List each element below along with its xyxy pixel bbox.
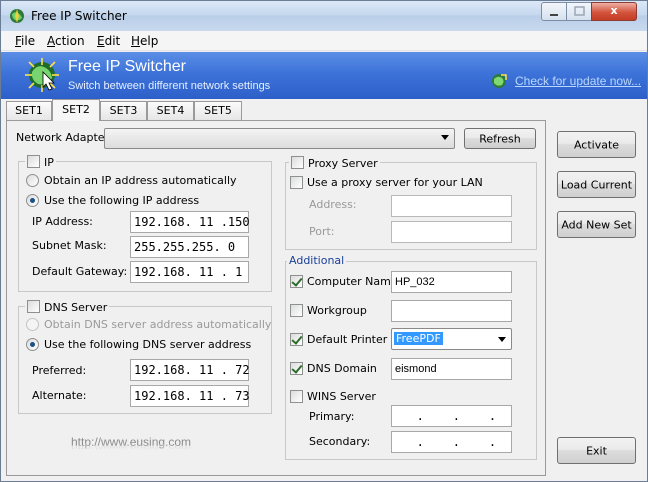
proxy-group-checkbox[interactable] xyxy=(291,156,304,169)
ip-auto-radio[interactable] xyxy=(26,174,39,187)
close-button[interactable]: x xyxy=(591,2,637,21)
maximize-button[interactable] xyxy=(566,2,592,21)
wins-server-label: WINS Server xyxy=(307,390,376,403)
computer-name-label: Computer Name xyxy=(307,275,398,288)
workgroup-label: Workgroup xyxy=(307,304,367,317)
default-printer-checkbox[interactable] xyxy=(290,333,303,346)
tab-set3[interactable]: SET3 xyxy=(100,101,147,120)
tab-set2[interactable]: SET2 xyxy=(52,99,100,121)
dns-domain-checkbox[interactable] xyxy=(290,362,303,375)
dns-group-checkbox[interactable] xyxy=(27,300,40,313)
computer-name-field[interactable]: HP_032 xyxy=(391,271,512,293)
activate-button[interactable]: Activate xyxy=(557,131,636,158)
proxy-port-label: Port: xyxy=(309,225,335,238)
banner-subtitle: Switch between different network setting… xyxy=(68,80,271,92)
use-proxy-checkbox[interactable] xyxy=(290,176,303,189)
proxy-address-field[interactable] xyxy=(391,195,512,217)
dns-auto-radio[interactable] xyxy=(26,318,39,331)
menu-help[interactable]: Help xyxy=(131,34,158,48)
use-proxy-label: Use a proxy server for your LAN xyxy=(307,176,483,189)
network-adapter-label: Network Adapter: xyxy=(16,131,113,144)
tab-set5[interactable]: SET5 xyxy=(194,101,242,120)
chevron-down-icon xyxy=(498,337,506,342)
dns-alternate-label: Alternate: xyxy=(32,389,87,402)
refresh-button[interactable]: Refresh xyxy=(464,128,536,149)
ip-auto-label: Obtain an IP address automatically xyxy=(44,174,237,187)
header-banner: Free IP Switcher Switch between differen… xyxy=(1,52,647,99)
network-adapter-select[interactable] xyxy=(104,128,455,149)
ip-manual-radio[interactable] xyxy=(26,194,39,207)
maximize-icon xyxy=(574,6,585,16)
proxy-group-title: Proxy Server xyxy=(289,156,380,170)
default-printer-label: Default Printer xyxy=(307,333,388,346)
ip-address-field[interactable]: 192.168. 11 .150 xyxy=(130,211,250,233)
minimize-button[interactable] xyxy=(541,2,567,21)
wins-primary-label: Primary: xyxy=(309,410,355,423)
website-watermark-reflection: http://www.eusing.com xyxy=(71,443,192,451)
menu-action[interactable]: Action xyxy=(47,34,85,48)
dns-group-title: DNS Server xyxy=(25,300,110,314)
ip-manual-label: Use the following IP address xyxy=(44,194,200,207)
menu-file[interactable]: File xyxy=(15,34,35,48)
app-window: Free IP Switcher x File Action Edit Help xyxy=(0,0,648,482)
dns-preferred-field[interactable]: 192.168. 11 . 72 xyxy=(130,359,250,381)
wins-secondary-field[interactable]: . . . xyxy=(391,431,512,453)
proxy-address-label: Address: xyxy=(309,198,357,211)
menu-edit[interactable]: Edit xyxy=(97,34,120,48)
tab-set4[interactable]: SET4 xyxy=(147,101,194,120)
chevron-down-icon xyxy=(441,135,449,140)
dns-alternate-field[interactable]: 192.168. 11 . 73 xyxy=(130,385,250,407)
workgroup-field[interactable] xyxy=(391,300,512,322)
title-bar[interactable]: Free IP Switcher x xyxy=(1,1,647,31)
app-logo-icon xyxy=(25,58,59,92)
update-globe-icon xyxy=(492,74,507,88)
wins-secondary-label: Secondary: xyxy=(309,435,371,448)
gateway-label: Default Gateway: xyxy=(32,265,128,278)
subnet-mask-label: Subnet Mask: xyxy=(32,239,107,252)
dns-preferred-label: Preferred: xyxy=(32,364,87,377)
exit-button[interactable]: Exit xyxy=(557,437,636,464)
proxy-port-field[interactable] xyxy=(391,221,512,243)
banner-title: Free IP Switcher xyxy=(68,58,186,75)
dns-auto-label: Obtain DNS server address automatically xyxy=(44,318,272,331)
dns-manual-label: Use the following DNS server address xyxy=(44,338,252,351)
window-title: Free IP Switcher xyxy=(31,9,127,23)
tab-set1[interactable]: SET1 xyxy=(6,101,52,120)
computer-name-checkbox[interactable] xyxy=(290,275,303,288)
additional-group-title: Additional xyxy=(287,254,347,267)
add-new-set-button[interactable]: Add New Set xyxy=(557,211,636,238)
menu-bar: File Action Edit Help xyxy=(1,31,647,51)
ip-address-label: IP Address: xyxy=(32,215,93,228)
default-printer-select[interactable]: FreePDF xyxy=(391,328,512,350)
dns-domain-field[interactable]: eismond xyxy=(391,358,512,380)
wins-server-checkbox[interactable] xyxy=(290,390,303,403)
gateway-field[interactable]: 192.168. 11 . 1 xyxy=(130,261,249,283)
workgroup-checkbox[interactable] xyxy=(290,304,303,317)
ip-group-checkbox[interactable] xyxy=(27,155,40,168)
dns-domain-label: DNS Domain xyxy=(307,362,377,375)
dns-manual-radio[interactable] xyxy=(26,338,39,351)
check-update-link[interactable]: Check for update now... xyxy=(515,74,641,88)
wins-primary-field[interactable]: . . . xyxy=(391,405,512,427)
load-current-button[interactable]: Load Current xyxy=(557,171,636,198)
subnet-mask-field[interactable]: 255.255.255. 0 xyxy=(130,236,249,258)
app-globe-icon xyxy=(10,9,24,23)
ip-group-title: IP xyxy=(25,155,56,169)
minimize-icon xyxy=(550,14,558,16)
close-icon: x xyxy=(610,4,618,17)
